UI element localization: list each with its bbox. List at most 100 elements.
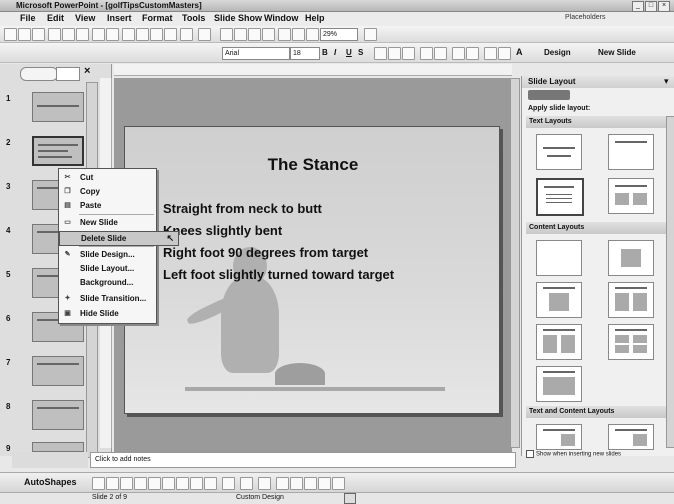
font-name-select[interactable]: Arial	[222, 47, 290, 60]
textbox-icon[interactable]	[148, 477, 161, 490]
menu-item-background[interactable]: Background...	[59, 276, 177, 289]
menu-view[interactable]: View	[75, 13, 95, 23]
font-color-icon[interactable]	[258, 477, 271, 490]
dash-style-icon[interactable]	[290, 477, 303, 490]
show-when-inserting-checkbox[interactable]: Show when inserting new slides	[526, 450, 621, 458]
print-icon[interactable]	[62, 28, 75, 41]
align-center-icon[interactable]	[388, 47, 401, 60]
layout-title-text-two-content[interactable]	[608, 424, 654, 450]
table-icon[interactable]	[234, 28, 247, 41]
decrease-indent-icon[interactable]	[484, 47, 497, 60]
menu-tools[interactable]: Tools	[182, 13, 205, 23]
shadow-style-icon[interactable]	[318, 477, 331, 490]
slide-bullet-2[interactable]: Knees slightly bent	[163, 223, 282, 238]
menu-item-new-slide[interactable]: ▭ New Slide	[59, 216, 177, 229]
layout-title-and-text[interactable]	[536, 178, 584, 216]
color-grayscale-icon[interactable]	[306, 28, 319, 41]
3d-style-icon[interactable]	[332, 477, 345, 490]
increase-font-icon[interactable]	[452, 47, 465, 60]
layout-title-two-content[interactable]	[608, 282, 654, 318]
slides-tab[interactable]	[56, 67, 80, 81]
menu-insert[interactable]: Insert	[107, 13, 132, 23]
layout-title-text-content[interactable]	[536, 424, 582, 450]
new-slide-button[interactable]: New Slide	[598, 48, 636, 57]
menu-item-slide-layout[interactable]: Slide Layout...	[59, 262, 177, 275]
research-icon[interactable]	[106, 28, 119, 41]
arrow-icon[interactable]	[106, 477, 119, 490]
fill-color-icon[interactable]	[222, 477, 235, 490]
task-pane-title[interactable]: Slide Layout	[522, 76, 674, 88]
slide-thumbnail-1[interactable]	[32, 92, 84, 122]
outline-tab[interactable]	[20, 67, 58, 81]
save-icon[interactable]	[32, 28, 45, 41]
spelling-icon[interactable]	[92, 28, 105, 41]
new-icon[interactable]	[4, 28, 17, 41]
undo-icon[interactable]	[180, 28, 193, 41]
menu-item-slide-transition[interactable]: ✦ Slide Transition...	[59, 292, 177, 305]
bold-button[interactable]: B	[322, 48, 328, 57]
format-painter-icon[interactable]	[164, 28, 177, 41]
task-pane-menu-icon[interactable]: ▾	[664, 76, 669, 87]
close-button[interactable]: ×	[658, 1, 670, 12]
layout-title-slide[interactable]	[536, 134, 582, 170]
chart-icon[interactable]	[220, 28, 233, 41]
preview-icon[interactable]	[76, 28, 89, 41]
slide-thumbnail-9[interactable]	[32, 442, 84, 452]
line-style-icon[interactable]	[276, 477, 289, 490]
align-right-icon[interactable]	[402, 47, 415, 60]
zoom-select[interactable]: 29%	[320, 28, 358, 41]
menu-format[interactable]: Format	[142, 13, 173, 23]
layout-blank[interactable]	[536, 240, 582, 276]
checkbox-icon[interactable]	[526, 450, 534, 458]
permission-icon[interactable]	[48, 28, 61, 41]
menu-edit[interactable]: Edit	[47, 13, 64, 23]
arrow-style-icon[interactable]	[304, 477, 317, 490]
slide-bullet-3[interactable]: Right foot 90 degrees from target	[163, 245, 368, 260]
layout-content[interactable]	[608, 240, 654, 276]
numbering-icon[interactable]	[420, 47, 433, 60]
task-pane-nav-buttons[interactable]	[528, 90, 570, 100]
underline-button[interactable]: U	[346, 48, 352, 57]
menu-help[interactable]: Help	[305, 13, 325, 23]
tables-borders-icon[interactable]	[248, 28, 261, 41]
clipart-icon[interactable]	[190, 477, 203, 490]
slide-scrollbar[interactable]	[510, 78, 520, 448]
copy-icon[interactable]	[136, 28, 149, 41]
layout-title-content-over[interactable]	[536, 324, 582, 360]
grid-icon[interactable]	[292, 28, 305, 41]
diagram-icon[interactable]	[176, 477, 189, 490]
layout-title-content[interactable]	[536, 282, 582, 318]
slide-bullet-1[interactable]: Straight from neck to butt	[163, 201, 322, 216]
decrease-font-icon[interactable]	[466, 47, 479, 60]
rectangle-icon[interactable]	[120, 477, 133, 490]
cut-icon[interactable]	[122, 28, 135, 41]
line-icon[interactable]	[92, 477, 105, 490]
menu-slide-show[interactable]: Slide Show	[214, 13, 262, 23]
view-buttons[interactable]	[12, 452, 88, 468]
menu-item-paste[interactable]: ▤ Paste	[59, 199, 177, 212]
redo-icon[interactable]	[198, 28, 211, 41]
increase-indent-icon[interactable]	[498, 47, 511, 60]
text-layouts-header[interactable]: Text Layouts	[526, 116, 669, 128]
line-color-icon[interactable]	[240, 477, 253, 490]
slide-thumbnail-2[interactable]	[32, 136, 84, 166]
wordart-icon[interactable]	[162, 477, 175, 490]
content-layouts-header[interactable]: Content Layouts	[526, 222, 669, 234]
menu-file[interactable]: File	[20, 13, 36, 23]
layout-four-content[interactable]	[536, 366, 582, 402]
align-left-icon[interactable]	[374, 47, 387, 60]
layout-two-column-text[interactable]	[608, 178, 654, 214]
maximize-button[interactable]: □	[645, 1, 657, 12]
italic-button[interactable]: I	[334, 48, 336, 57]
menu-item-copy[interactable]: ❐ Copy	[59, 185, 177, 198]
menu-item-delete-slide[interactable]: Delete Slide ↖	[59, 231, 179, 246]
layout-title-only[interactable]	[608, 134, 654, 170]
slide-canvas[interactable]: The Stance Straight from neck to butt Kn…	[124, 126, 500, 414]
show-formatting-icon[interactable]	[278, 28, 291, 41]
placeholders-label[interactable]: Placeholders	[565, 14, 605, 21]
help-icon[interactable]	[364, 28, 377, 41]
shadow-button[interactable]: S	[358, 48, 363, 57]
open-icon[interactable]	[18, 28, 31, 41]
font-size-select[interactable]: 18	[290, 47, 320, 60]
slide-title[interactable]: The Stance	[125, 155, 501, 175]
